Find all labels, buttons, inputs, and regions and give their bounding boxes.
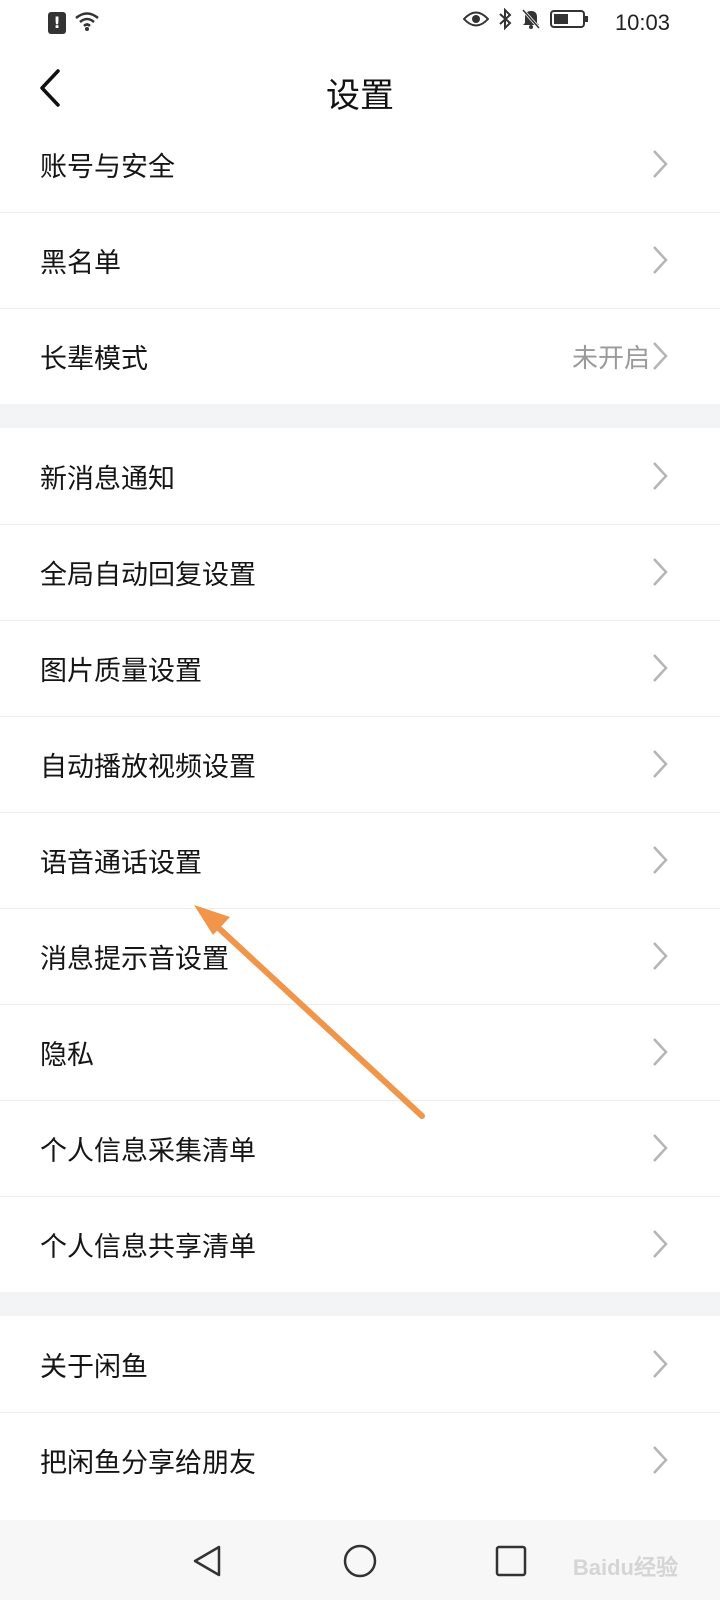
group-divider — [0, 404, 720, 428]
item-label: 隐私 — [40, 1039, 94, 1071]
settings-item-info-sharing[interactable]: 个人信息共享清单 — [0, 1196, 720, 1292]
bluetooth-icon — [498, 7, 512, 34]
settings-item-info-collection[interactable]: 个人信息采集清单 — [0, 1100, 720, 1196]
settings-item-elder-mode[interactable]: 长辈模式 未开启 — [0, 308, 720, 404]
settings-item-new-message-notification[interactable]: 新消息通知 — [0, 428, 720, 524]
chevron-right-icon — [653, 342, 668, 370]
nav-back-button[interactable] — [182, 1536, 232, 1586]
item-label: 个人信息共享清单 — [40, 1231, 256, 1263]
item-label: 消息提示音设置 — [40, 943, 229, 975]
settings-list: 账号与安全 黑名单 长辈模式 未开启 新消息通知 全局自动回复设置 图片质量设置… — [0, 116, 720, 1508]
settings-group-about: 关于闲鱼 把闲鱼分享给朋友 — [0, 1316, 720, 1508]
mute-bell-icon — [521, 8, 541, 34]
item-label: 个人信息采集清单 — [40, 1135, 256, 1167]
settings-item-account-security[interactable]: 账号与安全 — [0, 116, 720, 212]
home-circle-icon — [343, 1544, 377, 1578]
settings-item-autoplay-video[interactable]: 自动播放视频设置 — [0, 716, 720, 812]
settings-item-share-app[interactable]: 把闲鱼分享给朋友 — [0, 1412, 720, 1508]
wifi-icon — [74, 10, 100, 36]
eye-icon — [462, 9, 490, 33]
settings-group-general: 新消息通知 全局自动回复设置 图片质量设置 自动播放视频设置 语音通话设置 消息… — [0, 428, 720, 1292]
item-label: 把闲鱼分享给朋友 — [40, 1447, 256, 1479]
watermark: Baidu经验 — [572, 1555, 678, 1580]
item-label: 全局自动回复设置 — [40, 559, 256, 591]
status-time: 10:03 — [614, 10, 670, 35]
alert-icon: ! — [48, 12, 66, 34]
status-bar: ! 10:03 — [0, 0, 720, 46]
settings-item-message-tone[interactable]: 消息提示音设置 — [0, 908, 720, 1004]
elder-mode-status: 未开启 — [571, 343, 650, 374]
chevron-right-icon — [653, 654, 668, 682]
chevron-right-icon — [653, 750, 668, 778]
settings-item-blacklist[interactable]: 黑名单 — [0, 212, 720, 308]
chevron-right-icon — [653, 246, 668, 274]
settings-item-privacy[interactable]: 隐私 — [0, 1004, 720, 1100]
item-label: 图片质量设置 — [40, 655, 202, 687]
nav-home-button[interactable] — [335, 1536, 385, 1586]
chevron-right-icon — [653, 1038, 668, 1066]
chevron-right-icon — [653, 558, 668, 586]
battery-icon — [550, 9, 590, 33]
item-label: 账号与安全 — [40, 151, 175, 183]
item-label: 黑名单 — [40, 247, 121, 279]
chevron-right-icon — [653, 1134, 668, 1162]
chevron-right-icon — [653, 1350, 668, 1378]
item-label: 自动播放视频设置 — [40, 751, 256, 783]
status-left: ! — [48, 10, 100, 36]
chevron-right-icon — [653, 942, 668, 970]
item-label: 长辈模式 — [40, 343, 148, 375]
settings-item-image-quality[interactable]: 图片质量设置 — [0, 620, 720, 716]
chevron-right-icon — [653, 1230, 668, 1258]
settings-group-account: 账号与安全 黑名单 长辈模式 未开启 — [0, 116, 720, 404]
settings-item-about[interactable]: 关于闲鱼 — [0, 1316, 720, 1412]
settings-item-voice-call[interactable]: 语音通话设置 — [0, 812, 720, 908]
chevron-right-icon — [653, 1446, 668, 1474]
chevron-right-icon — [653, 150, 668, 178]
item-label: 关于闲鱼 — [40, 1351, 148, 1383]
chevron-right-icon — [653, 462, 668, 490]
recents-square-icon — [495, 1545, 527, 1577]
status-right — [462, 7, 590, 34]
back-triangle-icon — [193, 1545, 221, 1577]
item-label: 语音通话设置 — [40, 847, 202, 879]
item-label: 新消息通知 — [40, 463, 175, 495]
chevron-right-icon — [653, 846, 668, 874]
nav-recents-button[interactable] — [486, 1536, 536, 1586]
system-navigation-bar: Baidu经验 — [0, 1520, 720, 1600]
page-title: 设置 — [326, 76, 394, 116]
settings-item-auto-reply[interactable]: 全局自动回复设置 — [0, 524, 720, 620]
group-divider — [0, 1292, 720, 1316]
